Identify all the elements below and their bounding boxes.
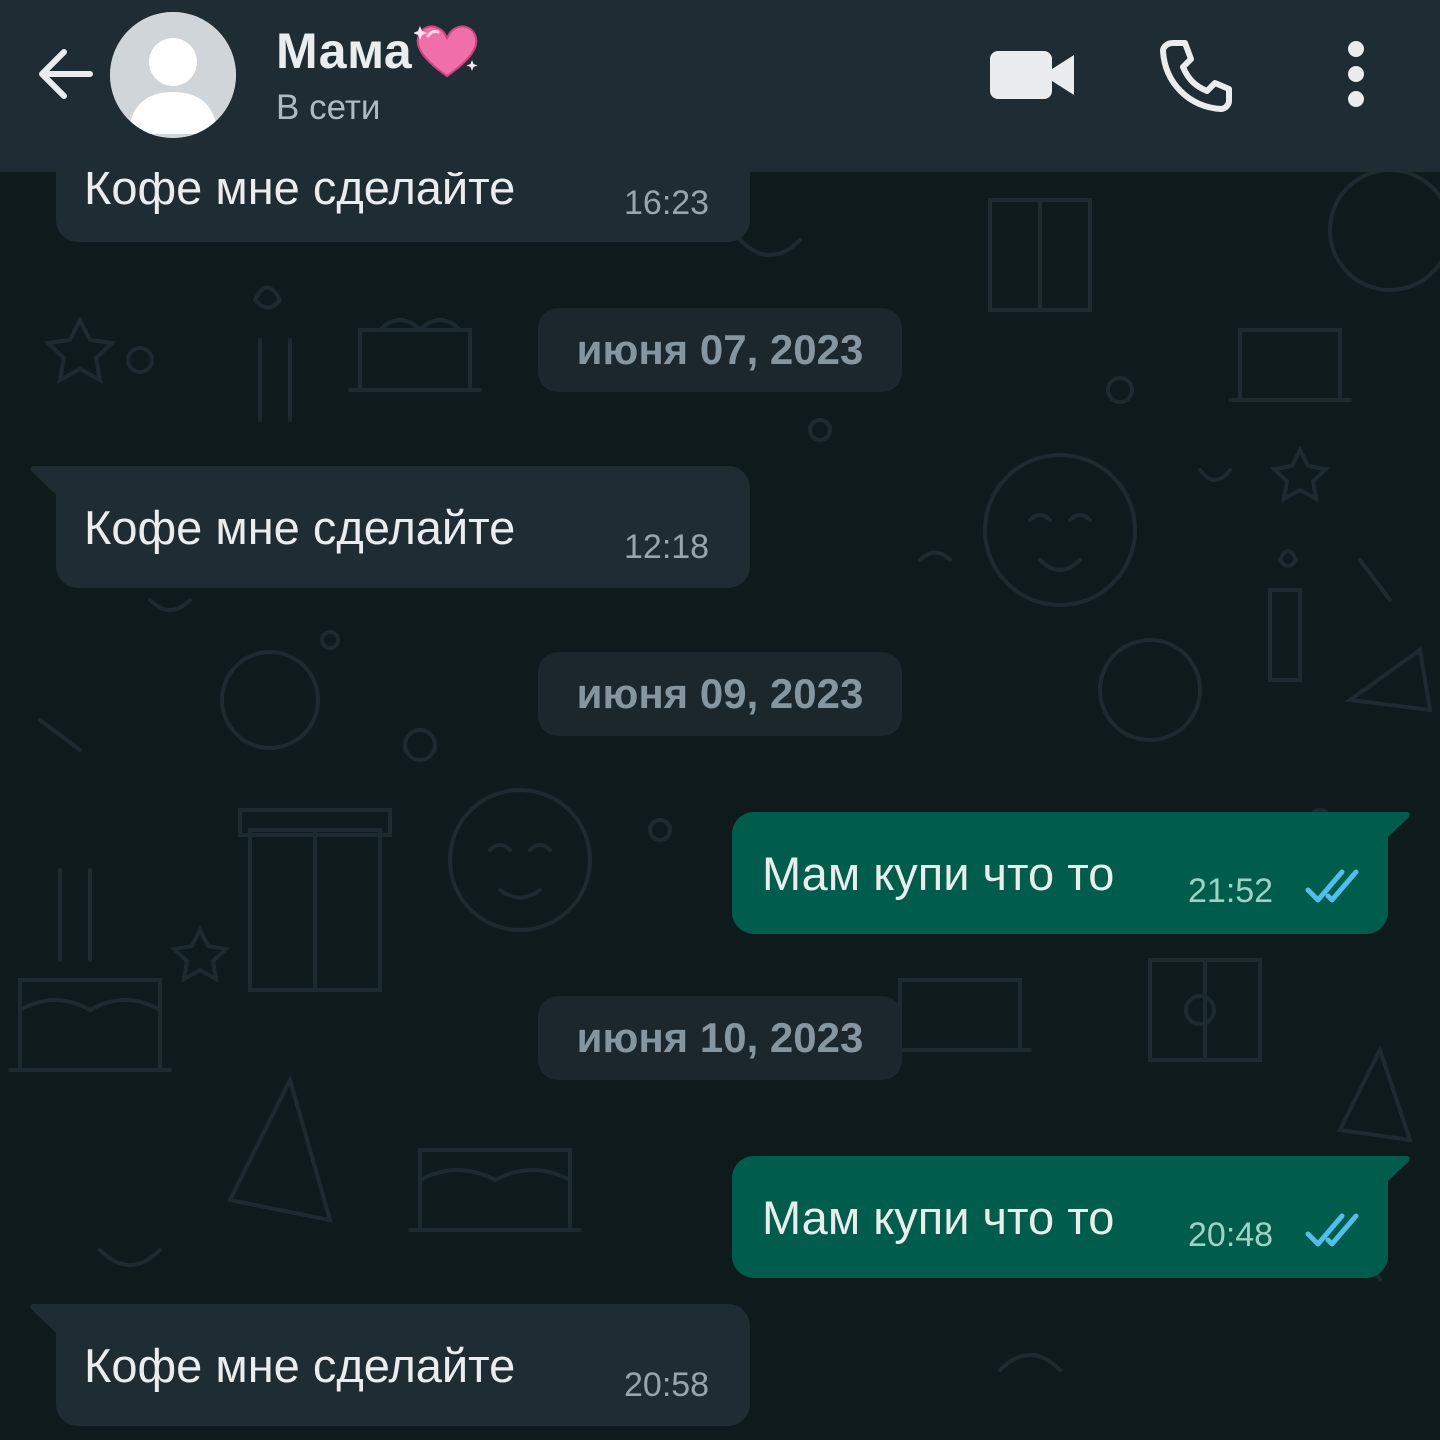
more-vertical-icon [1348,41,1364,107]
video-call-button[interactable] [982,40,1082,110]
message-text: Кофе мне сделайте [84,1339,516,1392]
contact-name-text: Мама [276,23,413,79]
message-time: 21:52 [1188,872,1274,910]
chat-header: Мама В сети [0,0,1440,172]
message-time: 12:18 [624,528,710,566]
message-incoming[interactable]: Кофе мне сделайте 12:18 [56,466,750,588]
message-time: 20:48 [1188,1216,1274,1254]
message-text: Мам купи что то [762,1191,1115,1244]
message-outgoing[interactable]: Мам купи что то 21:52 [732,812,1388,934]
default-avatar-icon [110,12,236,138]
date-separator: июня 07, 2023 [538,308,902,392]
message-outgoing[interactable]: Мам купи что то 20:48 [732,1156,1388,1278]
back-button[interactable] [28,36,104,112]
double-check-read-icon [1305,869,1359,903]
date-separator: июня 09, 2023 [538,652,902,736]
arrow-left-icon [39,49,93,99]
phone-icon [1160,40,1232,112]
message-text: Мам купи что то [762,847,1115,900]
voice-call-button[interactable] [1152,32,1238,118]
message-incoming[interactable]: Кофе мне сделайте 20:58 [56,1304,750,1426]
date-separator: июня 10, 2023 [538,996,902,1080]
sparkling-heart-icon [414,25,478,78]
video-camera-icon [990,51,1074,99]
message-time: 20:58 [624,1366,710,1404]
menu-button[interactable] [1326,34,1386,114]
message-time: 16:23 [624,184,710,222]
avatar[interactable] [110,12,236,138]
double-check-read-icon [1305,1213,1359,1247]
contact-status: В сети [276,88,381,127]
contact-name[interactable]: Мама [276,20,480,82]
chat-screen: Мама В сети Кофе мне сделайте 16:23 июня… [0,0,1440,1440]
message-text: Кофе мне сделайте [84,501,516,554]
